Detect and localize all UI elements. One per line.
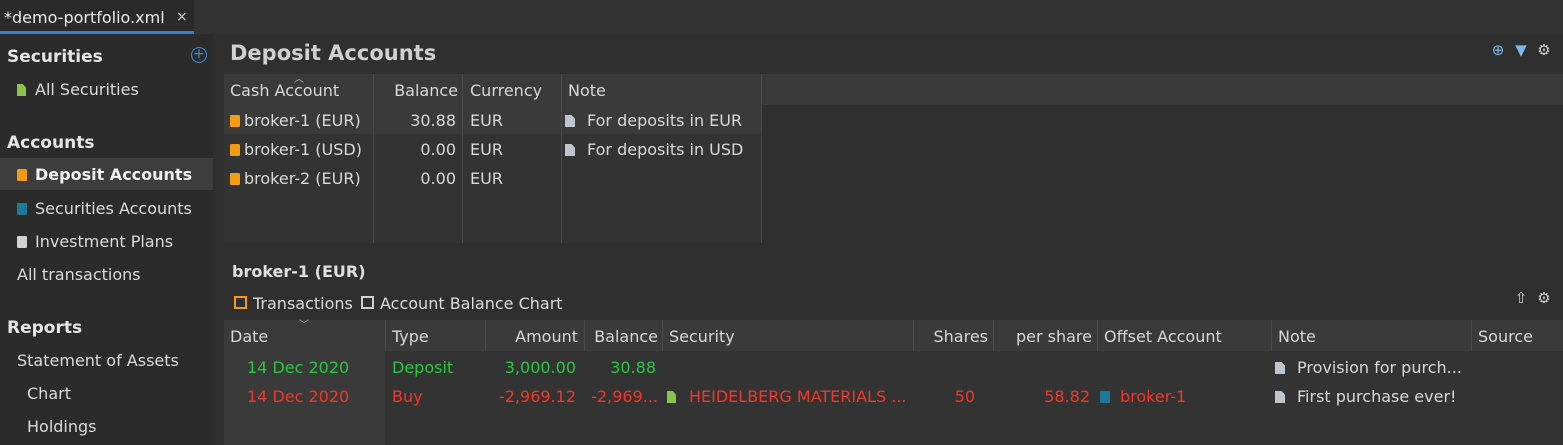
chart-icon [361, 296, 374, 309]
sidebar-header-accounts: Accounts [7, 133, 95, 153]
sidebar-header-securities: Securities [7, 47, 103, 67]
table-row[interactable]: broker-1 (USD) [230, 140, 362, 159]
file-tab-label: *demo-portfolio.xml [4, 8, 165, 27]
sidebar-item-securities-accounts[interactable]: Securities Accounts [17, 199, 192, 218]
sidebar-item-statement-of-assets[interactable]: Statement of Assets [17, 351, 179, 370]
note-icon [565, 115, 575, 127]
sidebar-item-all-transactions[interactable]: All transactions [17, 265, 141, 284]
close-icon[interactable]: × [176, 9, 188, 25]
col-cash-account[interactable]: Cash Account [230, 81, 339, 100]
table-row[interactable]: broker-1 (EUR) [230, 111, 361, 130]
deposit-account-icon [230, 115, 240, 127]
table-row[interactable]: broker-2 (EUR) [230, 169, 361, 188]
sidebar-item-holdings[interactable]: Holdings [27, 417, 97, 436]
file-tab[interactable]: *demo-portfolio.xml × [0, 0, 194, 34]
note-icon [1275, 391, 1285, 403]
add-icon[interactable]: ⊕ [1490, 42, 1506, 58]
col-source[interactable]: Source [1478, 327, 1533, 346]
note-cell: First purchase ever! [1275, 387, 1456, 406]
gear-icon[interactable]: ⚙ [1536, 42, 1552, 58]
col-type[interactable]: Type [392, 327, 429, 346]
tab-transactions[interactable]: Transactions [234, 294, 353, 313]
securities-account-icon [1100, 391, 1110, 403]
security-icon [667, 391, 676, 403]
add-security-icon[interactable]: + [191, 47, 207, 63]
note-cell: Provision for purch... [1275, 358, 1462, 377]
col-currency[interactable]: Currency [470, 81, 542, 100]
table-row[interactable]: 14 Dec 2020 [247, 358, 349, 377]
col-offset-account[interactable]: Offset Account [1104, 327, 1222, 346]
editor-tab-strip: *demo-portfolio.xml × [0, 0, 1563, 34]
note-cell: For deposits in EUR [565, 111, 742, 130]
col-shares[interactable]: Shares [914, 327, 988, 346]
note-icon [1275, 362, 1285, 374]
sidebar-item-all-securities[interactable]: All Securities [17, 80, 139, 99]
transactions-icon [234, 296, 247, 309]
col-amount[interactable]: Amount [486, 327, 578, 346]
page-title: Deposit Accounts [230, 41, 437, 65]
sidebar-item-label: All Securities [35, 80, 139, 99]
export-icon[interactable]: ⇧ [1513, 290, 1529, 306]
detail-title: broker-1 (EUR) [232, 262, 366, 281]
security-cell[interactable]: HEIDELBERG MATERIALS ... [667, 387, 906, 406]
sort-down-icon: ﹀ [299, 320, 309, 331]
sidebar-item-chart[interactable]: Chart [27, 384, 71, 403]
securities-account-icon [17, 203, 27, 215]
col-note[interactable]: Note [568, 81, 606, 100]
col-balance[interactable]: Balance [374, 81, 458, 100]
sidebar-item-investment-plans[interactable]: Investment Plans [17, 232, 173, 251]
tab-account-balance-chart[interactable]: Account Balance Chart [361, 294, 563, 313]
document-icon [17, 84, 26, 96]
sidebar-item-label: Investment Plans [35, 232, 174, 251]
offset-account-cell[interactable]: broker-1 [1100, 387, 1186, 406]
col-balance[interactable]: Balance [585, 327, 658, 346]
sidebar-item-deposit-accounts[interactable]: Deposit Accounts [0, 158, 213, 190]
sidebar-header-reports: Reports [7, 318, 83, 338]
col-security[interactable]: Security [669, 327, 735, 346]
sidebar-item-label: Securities Accounts [35, 199, 192, 218]
sidebar-item-label: Deposit Accounts [35, 165, 193, 184]
table-row[interactable]: 14 Dec 2020 [247, 387, 349, 406]
gear-icon[interactable]: ⚙ [1536, 290, 1552, 306]
col-note[interactable]: Note [1278, 327, 1316, 346]
deposit-account-icon [230, 173, 240, 185]
investment-plan-icon [17, 236, 27, 248]
col-per-share[interactable]: per share [994, 327, 1092, 346]
col-date[interactable]: Date [230, 327, 268, 346]
note-icon [565, 144, 575, 156]
deposit-account-icon [17, 169, 27, 181]
filter-icon[interactable]: ▼ [1513, 42, 1529, 58]
note-cell: For deposits in USD [565, 140, 743, 159]
deposit-account-icon [230, 144, 240, 156]
